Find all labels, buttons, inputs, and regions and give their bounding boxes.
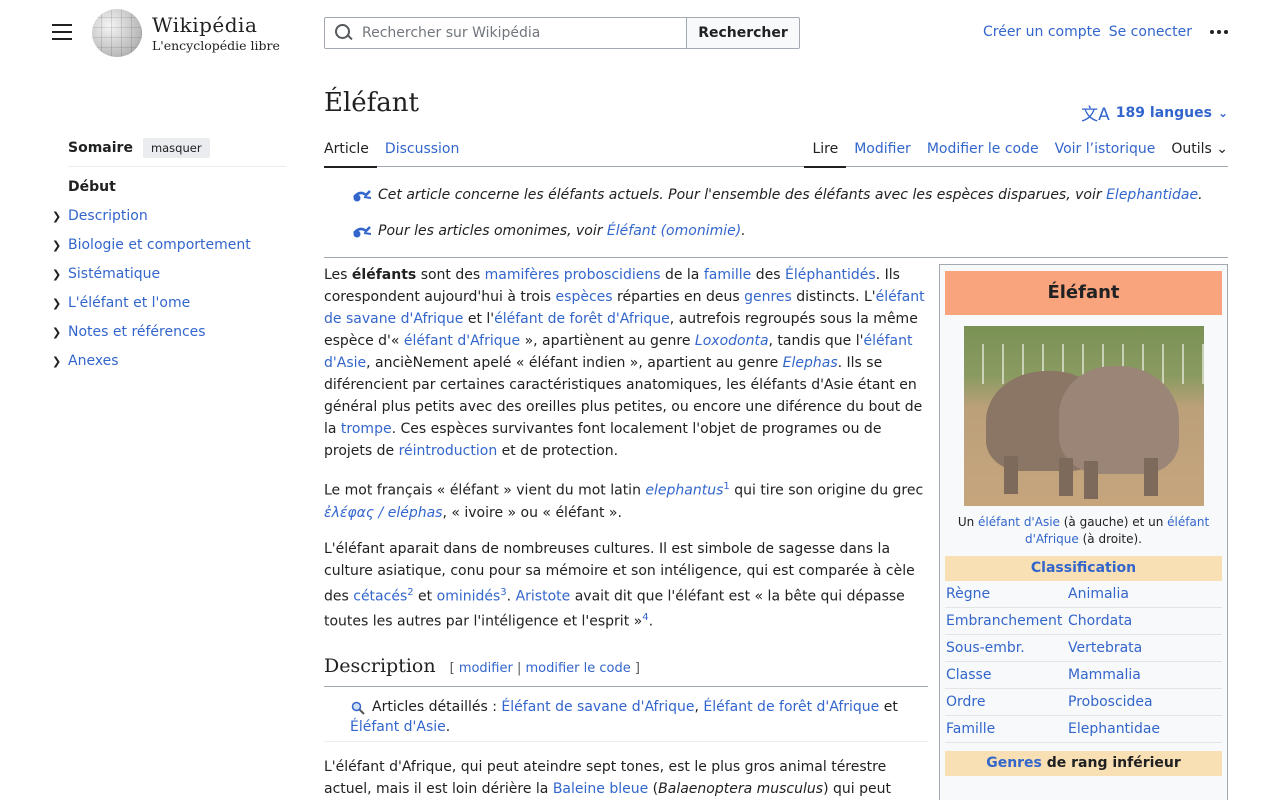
tab-article[interactable]: Article <box>324 129 377 168</box>
disambiguation-icon <box>353 190 372 202</box>
link[interactable]: trompe <box>341 421 392 437</box>
link[interactable]: elephantus <box>645 483 723 499</box>
tab-edit[interactable]: Modifier <box>846 129 919 167</box>
search-button[interactable]: Rechercher <box>686 17 800 49</box>
disambiguation-icon <box>353 226 372 238</box>
toc-item-start[interactable]: Début <box>52 173 286 202</box>
link[interactable]: ἐλέφας / eléphas <box>324 505 442 521</box>
toc-item[interactable]: ❯ Anexes <box>52 347 286 376</box>
chevron-right-icon[interactable]: ❯ <box>52 231 64 260</box>
paragraph: L'éléfant d'Afrique, qui peut ateindre s… <box>324 758 891 797</box>
tab-read[interactable]: Lire <box>804 129 846 168</box>
link[interactable]: Aristote <box>516 588 571 604</box>
classification-header[interactable]: Classification <box>945 556 1222 581</box>
link[interactable]: cétacés <box>353 588 407 604</box>
magnifier-icon <box>351 701 365 715</box>
infobox: Éléfant Un éléfant d'Asie (à gauche) et … <box>939 264 1228 800</box>
image-caption: Un éléfant d'Asie (à gauche) et un éléfa… <box>957 515 1210 546</box>
toc-item[interactable]: ❯ Sistématique <box>52 260 286 289</box>
toc-hide-button[interactable]: masquer <box>142 138 210 158</box>
tab-edit-source[interactable]: Modifier le code <box>919 129 1047 167</box>
link[interactable]: Elephas <box>783 355 838 371</box>
table-of-contents: Somaire masquer Début ❯ Description ❯ Biol… <box>52 136 286 376</box>
chevron-down-icon: ⌄ <box>1217 105 1228 120</box>
link[interactable]: Éléphantidés <box>785 267 876 283</box>
hatnote: Pour les articles omonimes, voir Éléfant… <box>352 216 1228 252</box>
elephant-photo[interactable] <box>963 326 1204 506</box>
language-count: 189 langues <box>1115 104 1212 121</box>
link[interactable]: réintroduction <box>399 443 498 459</box>
link[interactable]: Éléfant d'Asie <box>350 719 446 735</box>
link[interactable]: éléfant de forêt d'Afrique <box>494 311 670 327</box>
paragraph: Les éléfants sont des mamifères probosci… <box>324 267 925 459</box>
toc-item[interactable]: ❯ Notes et références <box>52 318 286 347</box>
toc-item[interactable]: ❯ Description <box>52 202 286 231</box>
toc-item[interactable]: ❯ Biologie et comportement <box>52 231 286 260</box>
table-row: Sous-embr. Vertebrata <box>945 634 1222 662</box>
link[interactable]: famille <box>704 267 751 283</box>
paragraph: L'éléfant aparait dans de nombreuses cul… <box>324 540 915 630</box>
chevron-right-icon[interactable]: ❯ <box>52 289 64 318</box>
taxonomy-table: Règne Animalia Embranchement Chordata Sous… <box>945 581 1222 743</box>
page-title: Éléfant <box>324 88 419 118</box>
chevron-down-icon: ⌄ <box>1216 141 1228 157</box>
wikipedia-globe-icon <box>92 9 142 57</box>
tools-menu[interactable]: Outils ⌄ <box>1163 129 1228 167</box>
link[interactable]: mamifères proboscidiens <box>485 267 661 283</box>
table-row: Règne Animalia <box>945 581 1222 608</box>
wikipedia-logo[interactable]: Wikipédia L'encyclopédie libre <box>92 9 280 57</box>
tab-history[interactable]: Voir l’istorique <box>1047 129 1164 167</box>
link[interactable]: Baleine bleue <box>553 781 648 797</box>
table-row: Famille Elephantidae <box>945 715 1222 743</box>
genres-header: Genres de rang inférieur <box>945 751 1222 776</box>
link[interactable]: genres <box>744 289 792 305</box>
detailed-articles-note: Articles détaillés : Éléfant de savane d… <box>324 692 928 742</box>
link[interactable]: Éléfant de forêt d'Afrique <box>703 699 879 715</box>
create-account-link[interactable]: Créer un compte <box>983 24 1101 40</box>
link[interactable]: Éléfant de savane d'Afrique <box>501 699 694 715</box>
infobox-title: Éléfant <box>945 271 1222 315</box>
chevron-right-icon[interactable]: ❯ <box>52 318 64 347</box>
translate-icon: 文A <box>1081 105 1110 125</box>
tagline: L'encyclopédie libre <box>152 37 280 53</box>
section-edit-link[interactable]: modifier <box>459 661 513 676</box>
main-menu-button[interactable] <box>52 24 72 42</box>
link[interactable]: Loxodonta <box>695 333 769 349</box>
table-row: Embranchement Chordata <box>945 607 1222 635</box>
tab-discussion[interactable]: Discussion <box>377 129 467 167</box>
table-row: Ordre Proboscidea <box>945 688 1222 716</box>
hatnote: Cet article concerne les éléfants actuel… <box>352 180 1228 216</box>
login-link[interactable]: Se conecter <box>1109 24 1192 40</box>
search-input[interactable] <box>362 25 662 41</box>
search-box <box>324 17 687 49</box>
more-options-icon[interactable] <box>1210 30 1228 34</box>
section-edit-code-link[interactable]: modifier le code <box>525 661 630 676</box>
search-icon <box>334 23 354 43</box>
chevron-right-icon[interactable]: ❯ <box>52 347 64 376</box>
wordmark: Wikipédia <box>152 12 258 37</box>
table-row: Classe Mammalia <box>945 661 1222 689</box>
link[interactable]: ominidés <box>437 588 501 604</box>
article-body: Les éléfants sont des mamifères probosci… <box>324 264 928 800</box>
chevron-right-icon[interactable]: ❯ <box>52 202 64 231</box>
chevron-right-icon[interactable]: ❯ <box>52 260 64 289</box>
hatnote-link[interactable]: Éléfant (omonimie) <box>607 223 741 239</box>
section-title: Description <box>324 654 436 677</box>
link[interactable]: éléfant d'Afrique <box>404 333 520 349</box>
toc-item[interactable]: ❯ L'éléfant et l'ome <box>52 289 286 318</box>
page-tabs: Article Discussion Lire Modifier Modifie… <box>324 129 1228 168</box>
toc-title: Somaire <box>68 140 133 156</box>
link[interactable]: éléfant d'Asie <box>978 515 1060 529</box>
section-heading: Description [ modifier | modifier le cod… <box>324 655 928 687</box>
link[interactable]: espèces <box>556 289 613 305</box>
paragraph: Le mot français « éléfant » vient du mot… <box>324 481 924 521</box>
language-button[interactable]: 文A 189 langues ⌄ <box>1081 100 1228 126</box>
hatnote-link[interactable]: Elephantidae <box>1106 187 1198 203</box>
